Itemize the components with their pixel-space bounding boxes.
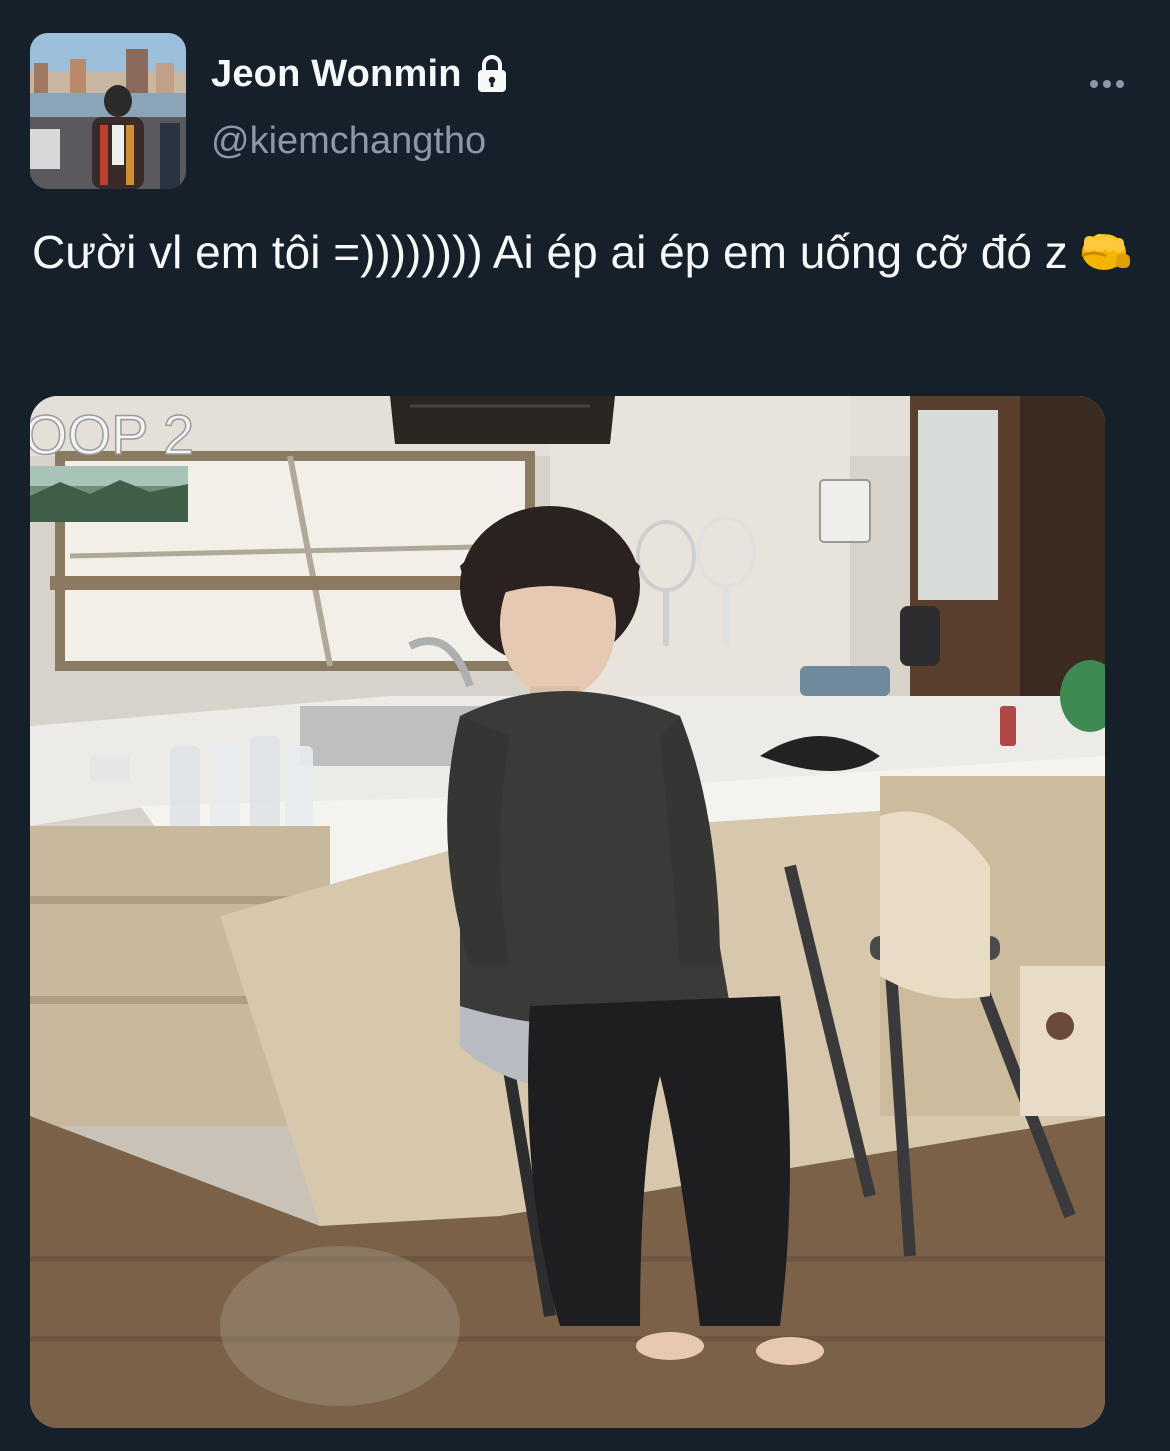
media-overlay-text: OOP 2 <box>30 403 194 466</box>
avatar[interactable] <box>30 33 186 189</box>
display-name[interactable]: Jeon Wonmin <box>211 53 462 96</box>
tweet: Jeon Wonmin @kiemchangtho Cười vl em tôi… <box>0 0 1170 1451</box>
more-dot-icon <box>1116 80 1124 88</box>
kitchen-photo: OOP 2 <box>30 396 1105 1428</box>
tweet-text-content: Cười vl em tôi =)))))))) Ai ép ai ép em … <box>32 226 1068 278</box>
author-handle[interactable]: @kiemchangtho <box>211 120 486 163</box>
lock-icon <box>470 52 514 96</box>
author-row: Jeon Wonmin <box>211 52 514 96</box>
tweet-media-image[interactable]: OOP 2 <box>30 396 1105 1428</box>
more-dot-icon <box>1103 80 1111 88</box>
avatar-photo <box>30 33 186 189</box>
tweet-text: Cười vl em tôi =)))))))) Ai ép ai ép em … <box>32 215 1132 289</box>
oncoming-fist-icon <box>1074 221 1132 270</box>
more-options-button[interactable] <box>1082 66 1132 102</box>
more-dot-icon <box>1090 80 1098 88</box>
